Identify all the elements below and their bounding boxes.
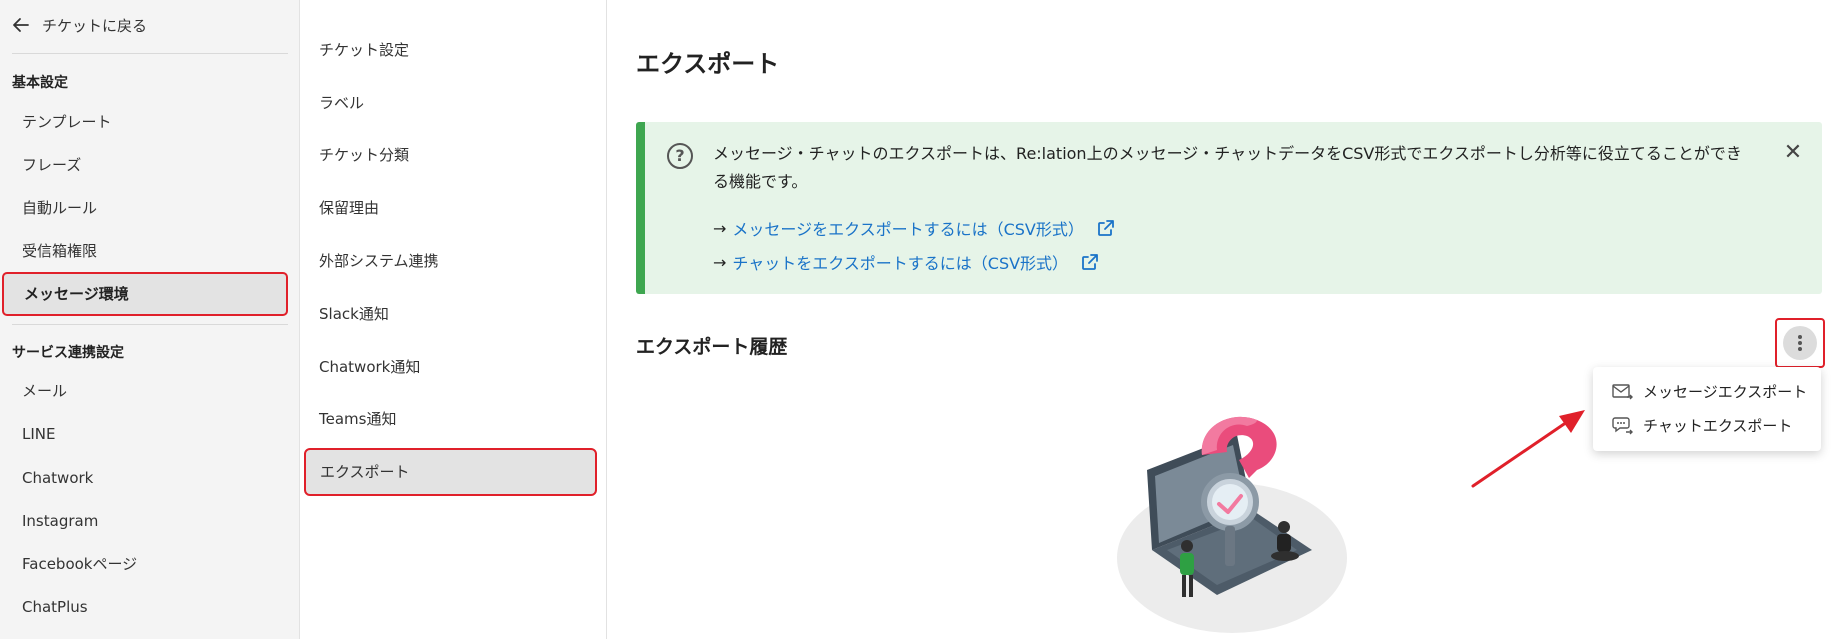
- close-icon[interactable]: ✕: [1780, 140, 1806, 166]
- info-text: メッセージ・チャットのエクスポートは、Re:lation上のメッセージ・チャット…: [713, 144, 1742, 191]
- settings-sidebar: チケットに戻る 基本設定 テンプレート フレーズ 自動ルール 受信箱権限 メッセ…: [0, 0, 300, 639]
- nav-item-chatwork-notification[interactable]: Chatwork通知: [319, 352, 420, 382]
- ticket-settings-nav: チケット設定 ラベル チケット分類 保留理由 外部システム連携 Slack通知 …: [300, 0, 607, 639]
- back-to-tickets-link[interactable]: チケットに戻る: [12, 10, 147, 40]
- nav-item-label[interactable]: ラベル: [319, 88, 364, 118]
- divider: [12, 53, 288, 54]
- export-history-title: エクスポート履歴: [636, 336, 788, 358]
- menu-item-chat-export[interactable]: チャットエクスポート: [1611, 411, 1792, 439]
- nav-item-slack-notification[interactable]: Slack通知: [319, 299, 389, 329]
- message-export-help-link[interactable]: メッセージをエクスポートするには（CSV形式）: [732, 216, 1083, 240]
- more-vertical-icon: [1798, 335, 1802, 351]
- menu-item-message-export[interactable]: メッセージエクスポート: [1611, 377, 1807, 405]
- help-icon: ?: [667, 143, 693, 169]
- sidebar-item-phrase[interactable]: フレーズ: [22, 150, 81, 180]
- sidebar-item-chatplus[interactable]: ChatPlus: [22, 592, 88, 622]
- main-content: エクスポート ? メッセージ・チャットのエクスポートは、Re:lation上のメ…: [607, 0, 1841, 639]
- menu-label-chat-export: チャットエクスポート: [1643, 416, 1793, 435]
- chat-export-help-link[interactable]: チャットをエクスポートするには（CSV形式）: [732, 250, 1068, 274]
- nav-item-teams-notification[interactable]: Teams通知: [319, 404, 396, 434]
- link-arrow: →: [713, 218, 727, 238]
- help-link-message: → メッセージをエクスポートするには（CSV形式）: [713, 216, 1116, 240]
- nav-item-hold-reason[interactable]: 保留理由: [319, 193, 379, 223]
- empty-state-illustration: [1117, 416, 1347, 633]
- export-dropdown-menu: メッセージエクスポート チャットエクスポート: [1593, 367, 1821, 451]
- section-basic-settings: 基本設定: [12, 75, 68, 91]
- back-link-label: チケットに戻る: [42, 16, 148, 35]
- sidebar-item-auto-rule[interactable]: 自動ルール: [22, 193, 97, 223]
- highlight-frame: [1775, 318, 1825, 368]
- help-link-chat: → チャットをエクスポートするには（CSV形式）: [713, 250, 1100, 274]
- nav-item-export[interactable]: エクスポート: [304, 448, 597, 496]
- sidebar-item-message-environment[interactable]: メッセージ環境: [2, 272, 288, 316]
- nav-item-external-system[interactable]: 外部システム連携: [319, 246, 439, 276]
- menu-label-message-export: メッセージエクスポート: [1643, 382, 1808, 401]
- link-arrow: →: [713, 252, 727, 272]
- nav-item-ticket-settings[interactable]: チケット設定: [319, 35, 409, 65]
- mail-export-icon: [1611, 380, 1633, 402]
- sidebar-item-instagram[interactable]: Instagram: [22, 506, 98, 536]
- sidebar-item-mail[interactable]: メール: [22, 376, 67, 406]
- external-link-icon[interactable]: [1080, 252, 1100, 272]
- external-link-icon[interactable]: [1096, 218, 1116, 238]
- nav-item-ticket-category[interactable]: チケット分類: [319, 140, 409, 170]
- annotation-arrow: [1471, 410, 1585, 488]
- sidebar-item-inbox-permission[interactable]: 受信箱権限: [22, 236, 97, 266]
- section-service-integration: サービス連携設定: [12, 345, 124, 361]
- divider: [12, 324, 288, 325]
- page-title: エクスポート: [636, 50, 780, 78]
- sidebar-item-chatwork[interactable]: Chatwork: [22, 463, 93, 493]
- more-options-button[interactable]: [1783, 326, 1817, 360]
- info-banner: ? メッセージ・チャットのエクスポートは、Re:lation上のメッセージ・チャ…: [636, 122, 1822, 294]
- sidebar-item-template[interactable]: テンプレート: [22, 107, 112, 137]
- chat-export-icon: [1611, 414, 1633, 436]
- sidebar-item-facebook-page[interactable]: Facebookページ: [22, 549, 137, 579]
- arrow-left-icon: [12, 16, 30, 34]
- sidebar-item-line[interactable]: LINE: [22, 419, 55, 449]
